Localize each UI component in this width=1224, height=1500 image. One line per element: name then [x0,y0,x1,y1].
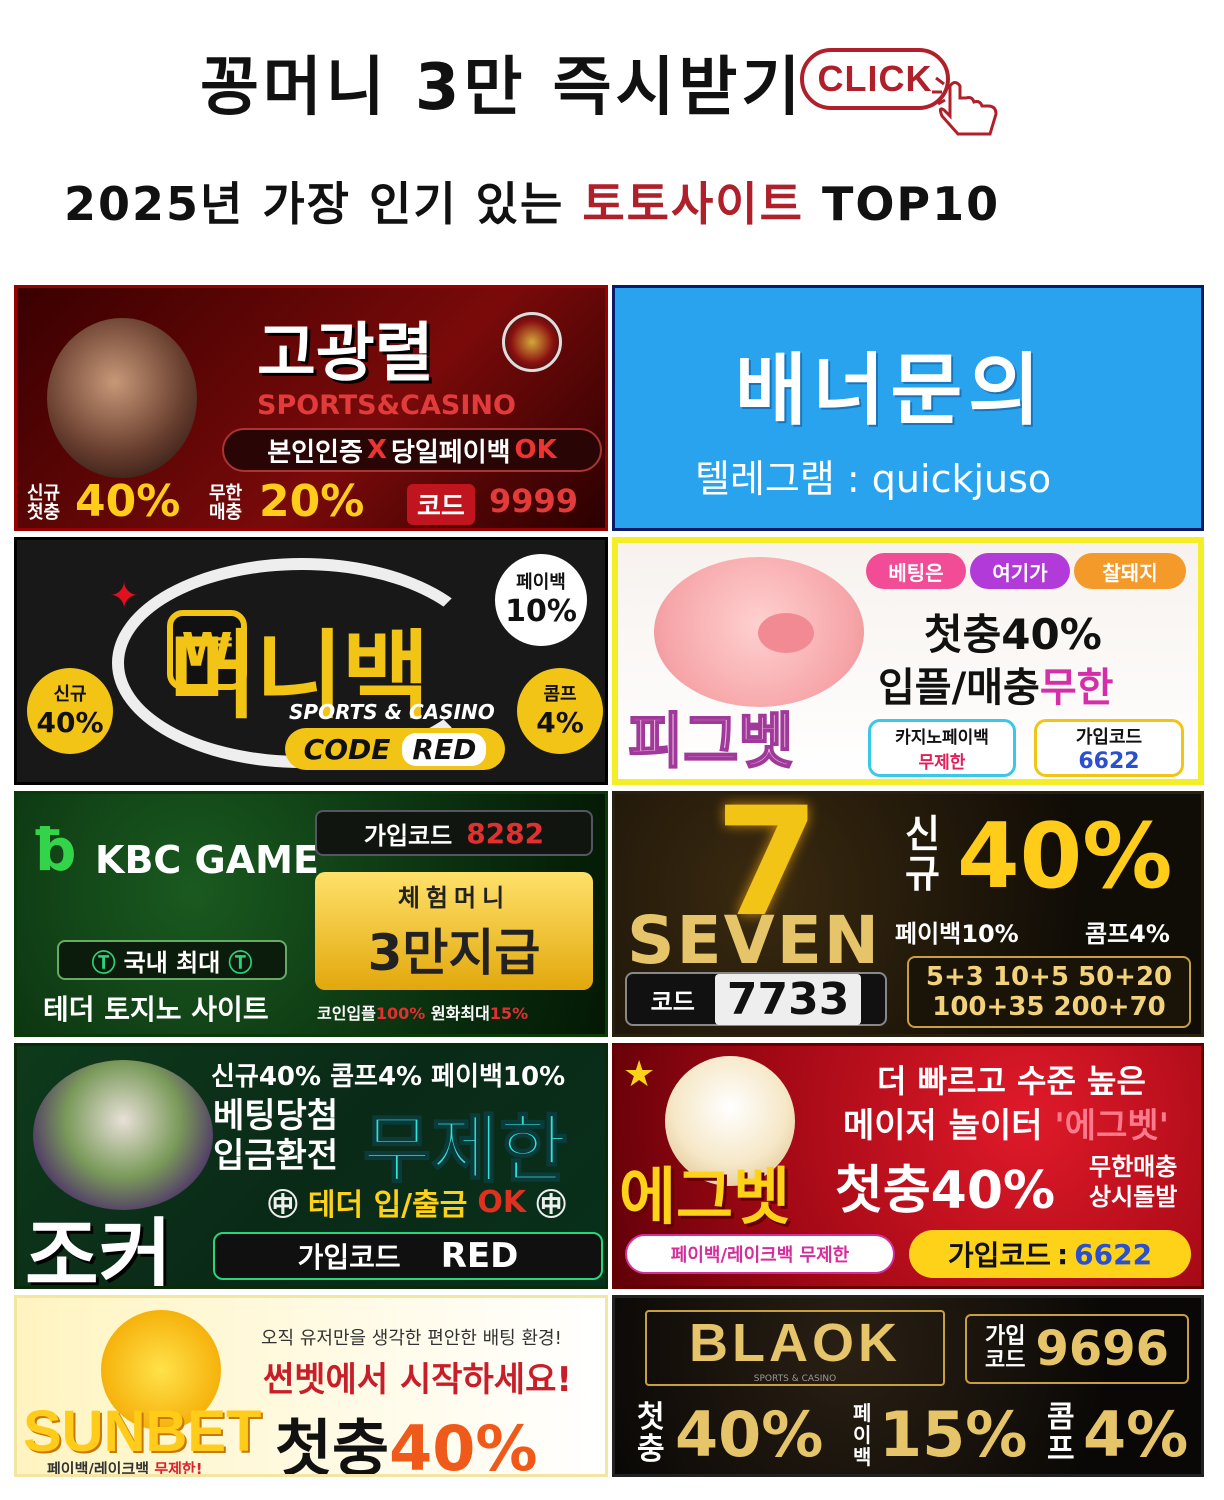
code-pill: 가입코드:6622 [909,1230,1191,1278]
first-bonus: 첫충40% [275,1412,538,1477]
tether-site-label: 테더 토지노 사이트 [43,993,269,1026]
tether-pill: Ⓣ 국내 최대 Ⓣ [57,940,287,980]
reload-line: 입플/매충무한 [878,665,1114,711]
reload-bonus: 20% [259,476,365,527]
new-label: 신규 첫충 [27,483,61,523]
banner-title: 고광렬 [257,317,434,391]
payback-badge: 페이백 10% [495,554,587,646]
banner-eggbet[interactable]: ★ 더 빠르고 수준 높은 메이저 놀이터 '에그벳' 에그벳 첫충40% 무한… [612,1043,1204,1289]
person-image [47,318,197,478]
code-box: 가입 코드 9696 [965,1314,1189,1384]
bonus-table: 5+3 10+5 50+20 100+35 200+70 [907,956,1191,1028]
banner-title: SUNBET [23,1399,262,1464]
footer-label: 페이백/레이크백 무제한! [47,1460,203,1477]
footer-bonus: 코인입플100% 원화최대15% [317,1004,529,1023]
banner-goglyeol[interactable]: 고광렬 SPORTS&CASINO 본인인증 X 당일페이백 OK 신규 첫충 40% … [14,285,608,531]
comp-bonus: 4% [1083,1398,1189,1471]
payback-label: 페이백10% [895,920,1019,948]
left-label: 베팅당첨 입금환전 [213,1096,339,1176]
banner-title: 조커 [25,1210,173,1289]
code-label: 코드 [407,484,475,525]
trial-money-box: 체험머니 3만지급 [315,872,593,990]
banner-moneyback[interactable]: ✦ ₩ 머니백 SPORTS & CASINO CODE RED 페이백 10% 신… [14,537,608,785]
first-bonus: 첫충40% [835,1161,1056,1221]
code-pill: 가입코드 6622 [1034,719,1184,777]
inquiry-contact: 텔레그램 : quickjuso [695,457,1052,501]
tether-pill: ㊥ 테더 입/출금 OK ㊥ [267,1184,567,1224]
inquiry-title: 배너문의 [735,346,1047,436]
banner-title: KBC GAME [95,838,319,882]
star-icon: ★ [623,1054,656,1095]
click-button[interactable]: CLICK [800,48,950,110]
tagline-1: 더 빠르고 수준 높은 [877,1062,1146,1100]
payback-label: 페이백 [853,1401,872,1469]
new-badge: 신규 40% [27,668,113,754]
banner-subtitle: SPORTS & CASINO [289,700,495,724]
verify-pill: 본인인증 X 당일페이백 OK [222,428,602,472]
code-pill: CODE RED [285,728,505,770]
tag-pig: 찰돼지 [1074,553,1186,589]
first-bonus: 40% [957,804,1173,909]
page-subtitle: 2025년 가장 인기 있는 토토사이트 TOP10 [64,177,1001,231]
tag-here: 여기가 [970,553,1070,589]
payback-bonus: 15% [879,1398,1028,1471]
pointer-hand-icon [932,76,998,136]
joker-image [33,1060,213,1210]
page-header: 꽁머니 3만 즉시받기 CLICK 2025년 가장 인기 있는 토토사이트 T… [0,0,1224,280]
banner-kbcgame[interactable]: ƀ KBC GAME 가입코드 8282 체험머니 3만지급 Ⓣ 국내 최대 Ⓣ 테더 … [14,791,608,1037]
first-bonus: 40% [675,1398,824,1471]
first-label: 첫충 [637,1400,665,1467]
casino-pill: 카지노페이백 무제한 [868,719,1016,777]
page-title: 꽁머니 3만 즉시받기 [200,51,805,125]
star-icon: ✦ [109,576,140,617]
banner-seven[interactable]: 7 SEVEN 신규 40% 페이백10% 콤프4% 코드 7733 5+3 10… [612,791,1204,1037]
unlimited-label: 무한 매충 [209,483,243,523]
tagline-small: 오직 유저만을 생각한 편안한 배팅 환경! [261,1328,562,1349]
code-value: 9999 [489,482,579,520]
banner-subtitle: SPORTS&CASINO [257,390,516,421]
side-label: 무한매충 상시돌발 [1089,1153,1178,1211]
kbc-logo-icon: ƀ [35,816,77,884]
banner-title: 피그벳 [627,706,795,778]
tagline: 썬벳에서 시작하세요! [263,1360,572,1400]
first-bonus: 40% [75,476,181,527]
banner-grid: 고광렬 SPORTS&CASINO 본인인증 X 당일페이백 OK 신규 첫충 40% … [14,285,1204,1477]
banner-sunbet[interactable]: 오직 유저만을 생각한 편안한 배팅 환경! 썬벳에서 시작하세요! SUNBE… [14,1295,608,1477]
top-bonus: 신규40% 콤프4% 페이백10% [211,1062,566,1092]
banner-pigbet[interactable]: 베팅은 여기가 찰돼지 첫충40% 입플/매충무한 피그벳 카지노페이백 무제한 … [612,537,1204,785]
pig-snout [758,613,814,653]
banner-title: SEVEN [627,902,882,979]
chip-icon [502,312,562,372]
code-pill: 가입코드 8282 [315,810,593,856]
banner-blaok[interactable]: BLAOK SPORTS & CASINO 가입 코드 9696 첫충 40% 페… [612,1295,1204,1477]
code-pill: 코드 7733 [625,972,887,1026]
banner-joker[interactable]: 신규40% 콤프4% 페이백10% 베팅당첨 입금환전 무제한 ㊥ 테더 입/출금 O… [14,1043,608,1289]
banner-title: 에그벳 [619,1160,791,1233]
code-pill: 가입코드 RED [213,1232,603,1280]
banner-inquiry[interactable]: 배너문의 텔레그램 : quickjuso [612,285,1204,531]
comp-badge: 콤프 4% [517,668,603,754]
payback-pill: 페이백/레이크백 무제한 [625,1234,895,1274]
first-deposit: 첫충40% [924,610,1102,659]
new-label: 신규 [905,812,940,896]
comp-label: 콤프 [1047,1400,1075,1467]
logo-box: BLAOK SPORTS & CASINO [645,1310,945,1386]
comp-label: 콤프4% [1085,920,1170,948]
tag-betting: 베팅은 [866,553,966,589]
tagline-2: 메이저 놀이터 '에그벳' [843,1106,1170,1146]
